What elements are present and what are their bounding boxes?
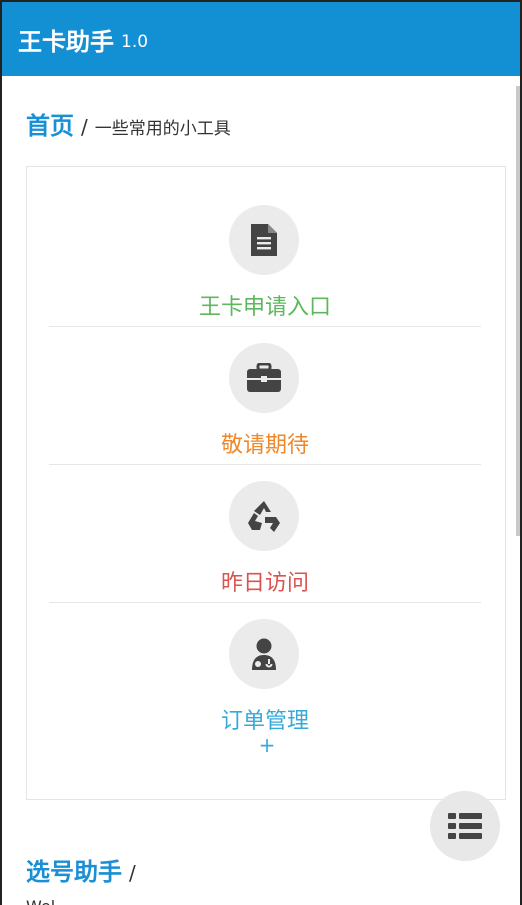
section-header-number-helper: 选号助手 / [26,852,143,887]
more-button[interactable]: + [27,733,507,757]
user-doctor-icon [229,619,299,689]
document-icon [229,205,299,275]
tool-apply-entry[interactable]: 王卡申请入口 [49,189,481,327]
recycle-icon [229,481,299,551]
app-frame: 王卡助手 1.0 首页 / 一些常用的小工具 王卡申请入口 敬请期待 昨日访问 … [2,2,520,905]
tool-label: 王卡申请入口 [198,295,331,320]
section-subtitle: 一些常用的小工具 [94,119,231,139]
section-title-number-helper: 选号助手 [26,858,122,886]
welcome-text-partial: Wel [26,897,55,905]
tools-card: 王卡申请入口 敬请期待 昨日访问 订单管理 + [26,166,506,800]
tool-label: 敬请期待 [220,433,309,458]
section-separator: / [129,861,136,885]
tool-coming-soon[interactable]: 敬请期待 [49,327,481,465]
app-version: 1.0 [121,31,149,52]
list-fab-button[interactable] [430,791,500,861]
tool-yesterday-visits[interactable]: 昨日访问 [49,465,481,603]
tool-order-management[interactable]: 订单管理 [49,603,481,741]
app-title: 王卡助手 [18,27,114,56]
briefcase-icon [229,343,299,413]
tool-label: 昨日访问 [220,571,309,596]
list-icon [448,813,482,839]
section-header-home: 首页 / 一些常用的小工具 [26,106,231,141]
app-bar: 王卡助手 1.0 [2,2,520,76]
section-separator: / [81,115,88,139]
tool-label: 订单管理 [220,709,309,734]
scrollbar[interactable] [516,86,520,536]
section-title-home: 首页 [26,112,74,140]
